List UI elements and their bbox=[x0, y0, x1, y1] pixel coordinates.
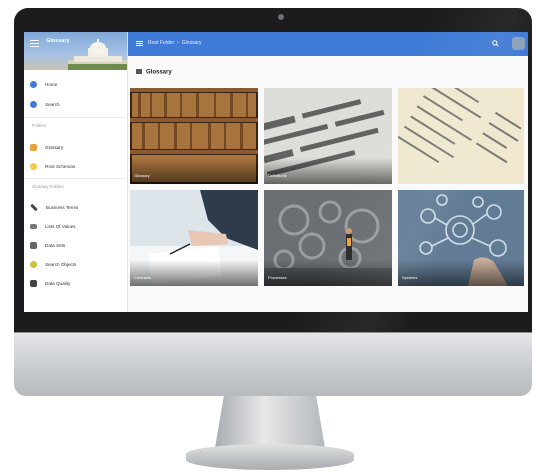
home-icon bbox=[30, 81, 37, 88]
sidebar-section-folders: Folders bbox=[32, 123, 46, 128]
sidebar-item-data-quality[interactable]: Data Quality bbox=[30, 278, 70, 289]
hamburger-menu-icon[interactable] bbox=[30, 40, 39, 47]
sidebar-item-search-objects[interactable]: Search Objects bbox=[30, 259, 76, 270]
tile-caption: Glossary bbox=[134, 173, 150, 178]
sidebar-item-label: Data Quality bbox=[45, 281, 71, 286]
sidebar: Glossary Home Search Folders Glossary Ro… bbox=[24, 32, 128, 312]
tile-systems[interactable]: Systems bbox=[398, 190, 524, 286]
wrench-icon bbox=[30, 203, 38, 212]
avatar[interactable] bbox=[512, 37, 525, 50]
sidebar-item-business-terms[interactable]: Business Terms bbox=[30, 202, 78, 213]
tile-title: Glossary bbox=[134, 173, 150, 178]
page-title-text: Glossary bbox=[146, 69, 172, 76]
sidebar-item-root-schemas[interactable]: Root Schemas bbox=[30, 161, 75, 172]
tile-contracts[interactable]: Contracts bbox=[130, 190, 258, 286]
monitor-stand-neck bbox=[215, 396, 325, 448]
webcam-dot bbox=[278, 14, 284, 20]
sidebar-item-search[interactable]: Search bbox=[30, 99, 60, 110]
sidebar-item-label: Home bbox=[45, 82, 58, 87]
app-screen: Glossary Home Search Folders Glossary Ro… bbox=[24, 32, 528, 312]
sidebar-item-lists-of-values[interactable]: Lists Of Values bbox=[30, 221, 76, 232]
page-title: Glossary bbox=[136, 69, 172, 76]
tile-caption: Systems bbox=[402, 275, 417, 280]
quality-icon bbox=[30, 280, 37, 287]
sidebar-item-label: Glossary bbox=[45, 145, 64, 150]
sidebar-item-glossary-folder[interactable]: Glossary bbox=[30, 142, 63, 153]
tile-title: Contracts bbox=[134, 275, 152, 280]
tile-title: Systems bbox=[402, 275, 418, 280]
tile-processes[interactable]: Processes bbox=[264, 190, 392, 286]
list-icon bbox=[30, 224, 37, 229]
tile-shade bbox=[264, 260, 392, 286]
chevron-right-icon: › bbox=[177, 40, 179, 46]
sidebar-item-label: Search Objects bbox=[45, 262, 77, 267]
tile-caption: Processes bbox=[268, 275, 287, 280]
folder-icon bbox=[30, 144, 37, 151]
search-icon[interactable] bbox=[492, 40, 499, 47]
monitor-mockup: Glossary Home Search Folders Glossary Ro… bbox=[0, 0, 536, 475]
object-icon bbox=[30, 261, 37, 268]
tile-title: Definitions bbox=[268, 173, 287, 178]
index-list-image bbox=[398, 88, 524, 184]
tile-index[interactable] bbox=[398, 88, 524, 184]
folder-icon bbox=[30, 163, 37, 170]
folder-icon bbox=[136, 69, 142, 74]
sidebar-item-home[interactable]: Home bbox=[30, 79, 57, 90]
sidebar-item-label: Lists Of Values bbox=[45, 224, 76, 229]
sidebar-item-label: Root Schemas bbox=[45, 164, 76, 169]
dataset-icon bbox=[30, 242, 37, 249]
tile-caption: Definitions bbox=[268, 173, 287, 178]
tile-shade bbox=[130, 158, 258, 184]
tile-definitions[interactable]: Definitions bbox=[264, 88, 392, 184]
sidebar-item-label: Business Terms bbox=[46, 205, 79, 210]
top-app-bar: Root Folder › Glossary bbox=[128, 32, 528, 56]
breadcrumb: Root Folder › Glossary bbox=[148, 40, 202, 46]
menu-icon[interactable] bbox=[136, 41, 143, 46]
breadcrumb-current[interactable]: Glossary bbox=[182, 40, 202, 46]
tile-glossary[interactable]: Glossary bbox=[130, 88, 258, 184]
sidebar-item-label: Search bbox=[45, 102, 60, 107]
sidebar-header: Glossary bbox=[24, 32, 127, 70]
monitor-chin bbox=[14, 332, 532, 396]
app-brand: Glossary bbox=[46, 38, 70, 44]
sidebar-divider bbox=[24, 117, 128, 118]
tile-title: Processes bbox=[268, 275, 287, 280]
tile-shade bbox=[264, 158, 392, 184]
tile-shade bbox=[130, 260, 258, 286]
tile-shade bbox=[398, 260, 524, 286]
sidebar-item-data-sets[interactable]: Data Sets bbox=[30, 240, 65, 251]
breadcrumb-root[interactable]: Root Folder bbox=[148, 40, 174, 46]
sidebar-item-label: Data Sets bbox=[45, 243, 66, 248]
sidebar-section-glossary: Glossary Folders bbox=[32, 184, 64, 189]
monitor-stand-base bbox=[186, 444, 354, 470]
tile-caption: Contracts bbox=[134, 275, 151, 280]
search-icon bbox=[30, 101, 37, 108]
capitol-building-image bbox=[68, 39, 127, 70]
sidebar-divider bbox=[24, 178, 128, 179]
